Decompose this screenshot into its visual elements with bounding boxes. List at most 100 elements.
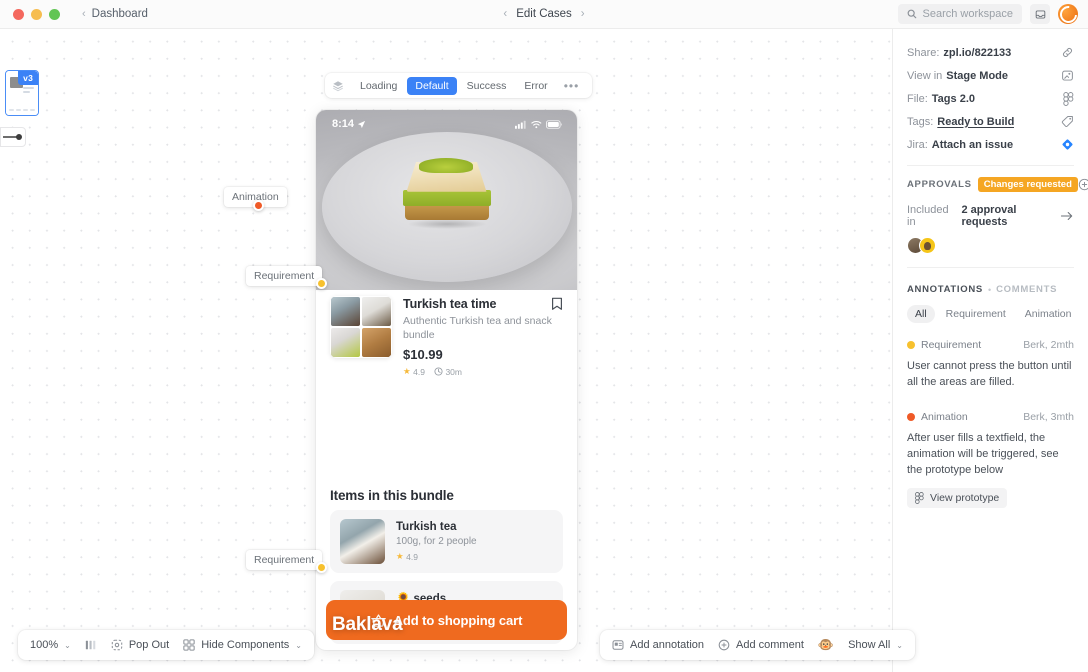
product-time: 30m [434, 367, 462, 377]
tags-row[interactable]: Tags: Ready to Build [907, 110, 1074, 133]
jira-label: Jira: [907, 138, 928, 151]
breadcrumb-back-icon[interactable]: ‹ [82, 8, 86, 20]
view-prototype-button[interactable]: View prototype [907, 487, 1008, 508]
next-case-icon[interactable]: › [581, 8, 585, 20]
list-item[interactable]: Turkish tea 100g, for 2 people ★ 4.9 [330, 510, 563, 573]
window-controls[interactable] [0, 8, 60, 20]
close-button[interactable] [13, 8, 24, 20]
view-in-value[interactable]: Stage Mode [946, 70, 1008, 82]
maximize-button[interactable] [49, 8, 60, 20]
file-value[interactable]: Tags 2.0 [932, 93, 975, 105]
product-card[interactable]: Turkish tea time Authentic Turkish tea a… [316, 296, 577, 377]
layers-icon [332, 80, 344, 92]
figma-icon[interactable] [1063, 91, 1074, 106]
pin-dot-icon[interactable] [316, 278, 328, 289]
view-in-row[interactable]: View in Stage Mode [907, 64, 1074, 87]
tab-default[interactable]: Default [407, 76, 457, 95]
breadcrumb[interactable]: ‹ Dashboard [82, 8, 148, 20]
case-navigator[interactable]: ‹ Edit Cases › [503, 8, 584, 20]
hero-title: Baklava [332, 614, 403, 635]
add-annotation-button[interactable]: Add annotation [612, 639, 704, 651]
location-arrow-icon [357, 120, 366, 129]
bundle-item-name: Turkish tea [396, 521, 457, 533]
jira-value[interactable]: Attach an issue [932, 139, 1013, 151]
file-label: File: [907, 92, 928, 105]
jira-icon[interactable] [1061, 138, 1074, 151]
panel-toggle-handle[interactable] [0, 127, 26, 147]
add-comment-button[interactable]: Add comment [718, 639, 804, 651]
prev-case-icon[interactable]: ‹ [503, 8, 507, 20]
plus-circle-icon[interactable] [1078, 178, 1088, 191]
product-info: Turkish tea time Authentic Turkish tea a… [403, 296, 563, 377]
annotation-header: Animation Berk, 3mth [907, 411, 1074, 423]
phone-mockup[interactable]: 8:14 Baklava Turkish tea time Authentic … [316, 110, 577, 650]
annotation-type: Animation [921, 410, 968, 423]
tag-icon[interactable] [1061, 115, 1074, 128]
filter-animation[interactable]: Animation [1017, 305, 1080, 323]
product-rating-value: 4.9 [413, 366, 425, 377]
show-all-label: Show All [848, 639, 891, 651]
stage-mode-icon[interactable] [1061, 69, 1074, 82]
annotation-item-animation[interactable]: Animation Berk, 3mth After user fills a … [907, 411, 1074, 509]
pin-dot-icon[interactable] [316, 562, 328, 573]
tags-value[interactable]: Ready to Build [937, 116, 1014, 128]
chevron-down-icon: ⌄ [896, 640, 903, 650]
titlebar-actions: Search workspace [897, 4, 1078, 24]
avatar[interactable] [919, 237, 936, 254]
chevron-down-icon: ⌄ [64, 640, 71, 650]
tab-error[interactable]: Error [516, 77, 555, 95]
design-canvas[interactable]: v3 Loading Default Success Error ••• 8:1… [0, 29, 915, 672]
tab-comments[interactable]: COMMENTS [996, 284, 1057, 295]
annotation-pin-requirement-top[interactable]: Requirement [246, 262, 328, 289]
included-value: 2 approval requests [961, 204, 1017, 228]
annotation-pin-animation[interactable]: Animation [224, 182, 287, 211]
pop-out-icon [111, 639, 123, 651]
user-avatar[interactable] [1058, 4, 1078, 24]
file-row[interactable]: File: Tags 2.0 [907, 87, 1074, 110]
canvas-toolbar-right: Add annotation Add comment 🐵 Show All ⌄ [600, 630, 915, 660]
filter-all[interactable]: All [907, 305, 935, 323]
tab-loading[interactable]: Loading [352, 77, 405, 95]
jira-row[interactable]: Jira: Attach an issue [907, 133, 1074, 156]
share-row[interactable]: Share: zpl.io/822133 [907, 41, 1074, 64]
approvals-title: APPROVALS [907, 178, 972, 190]
annotation-body: After user fills a textfield, the animat… [907, 431, 1059, 476]
monkey-emoji[interactable]: 🐵 [818, 637, 834, 653]
approval-requests-row[interactable]: Included in 2 approval requests [907, 204, 1074, 228]
bundle-heading: Items in this bundle [330, 488, 454, 503]
pop-out-button[interactable]: Pop Out [111, 639, 169, 651]
case-tab-bar: Loading Default Success Error ••• [325, 73, 593, 98]
inbox-icon[interactable] [1030, 4, 1050, 24]
arrow-right-icon[interactable] [1060, 210, 1074, 222]
included-label: Included in [907, 204, 949, 228]
annotation-item-requirement[interactable]: Requirement Berk, 2mth User cannot press… [907, 339, 1074, 391]
status-time: 8:14 [332, 118, 355, 130]
status-badge: Changes requested [977, 176, 1078, 192]
view-prototype-label: View prototype [930, 491, 1000, 504]
bookmark-icon[interactable] [551, 297, 563, 311]
filter-requirement[interactable]: Requirement [938, 305, 1014, 323]
pop-out-label: Pop Out [128, 639, 170, 651]
sidebar-tabs: ANNOTATIONS • COMMENTS [907, 284, 1074, 295]
version-thumbnail[interactable]: v3 [5, 70, 39, 116]
hide-components-button[interactable]: Hide Components ⌄ [183, 639, 302, 651]
tab-more-button[interactable]: ••• [558, 76, 586, 96]
tab-success[interactable]: Success [459, 77, 515, 95]
approver-avatars[interactable] [907, 237, 1074, 254]
search-input[interactable]: Search workspace [897, 4, 1022, 24]
link-icon[interactable] [1061, 46, 1074, 59]
share-value[interactable]: zpl.io/822133 [943, 47, 1011, 59]
columns-icon[interactable] [85, 639, 97, 651]
minimize-button[interactable] [31, 8, 42, 20]
app-window: ‹ Dashboard ‹ Edit Cases › Search worksp… [0, 0, 1088, 672]
annotation-pin-requirement-bottom[interactable]: Requirement [246, 546, 328, 573]
tab-annotations[interactable]: ANNOTATIONS [907, 284, 983, 295]
bundle-item-desc: 100g, for 2 people [396, 536, 477, 547]
pin-label[interactable]: Requirement [246, 265, 323, 286]
show-all-button[interactable]: Show All ⌄ [848, 639, 903, 651]
pin-label[interactable]: Requirement [246, 549, 323, 570]
pin-dot-icon[interactable] [252, 200, 264, 211]
status-time-group: 8:14 [332, 118, 366, 130]
breadcrumb-label[interactable]: Dashboard [92, 8, 148, 20]
zoom-control[interactable]: 100% ⌄ [30, 639, 71, 651]
